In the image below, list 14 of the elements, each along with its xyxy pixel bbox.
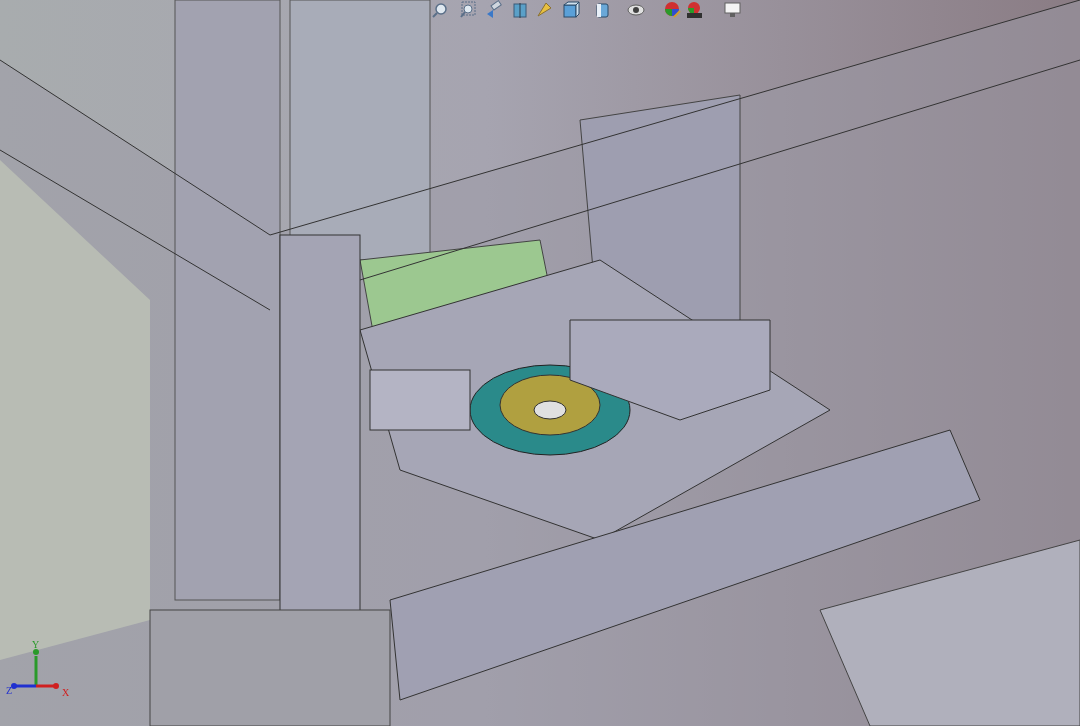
scene-ball-icon[interactable]	[687, 2, 702, 18]
magnifier-icon[interactable]	[432, 3, 447, 18]
annotation-icon[interactable]	[537, 2, 552, 17]
axis-label: Y	[32, 639, 40, 650]
axis-label: Z	[6, 685, 13, 696]
color-ball-icon[interactable]	[665, 2, 681, 18]
eye-icon[interactable]	[627, 4, 645, 16]
zoom-area-icon[interactable]	[460, 1, 476, 18]
shaded-cube-icon[interactable]	[596, 3, 609, 18]
axis-label: X	[62, 687, 70, 698]
flashlight-arrow-icon[interactable]	[487, 0, 502, 18]
monitor-icon[interactable]	[724, 2, 741, 17]
section-view-icon[interactable]	[513, 2, 527, 19]
cube-icon[interactable]	[563, 1, 580, 18]
